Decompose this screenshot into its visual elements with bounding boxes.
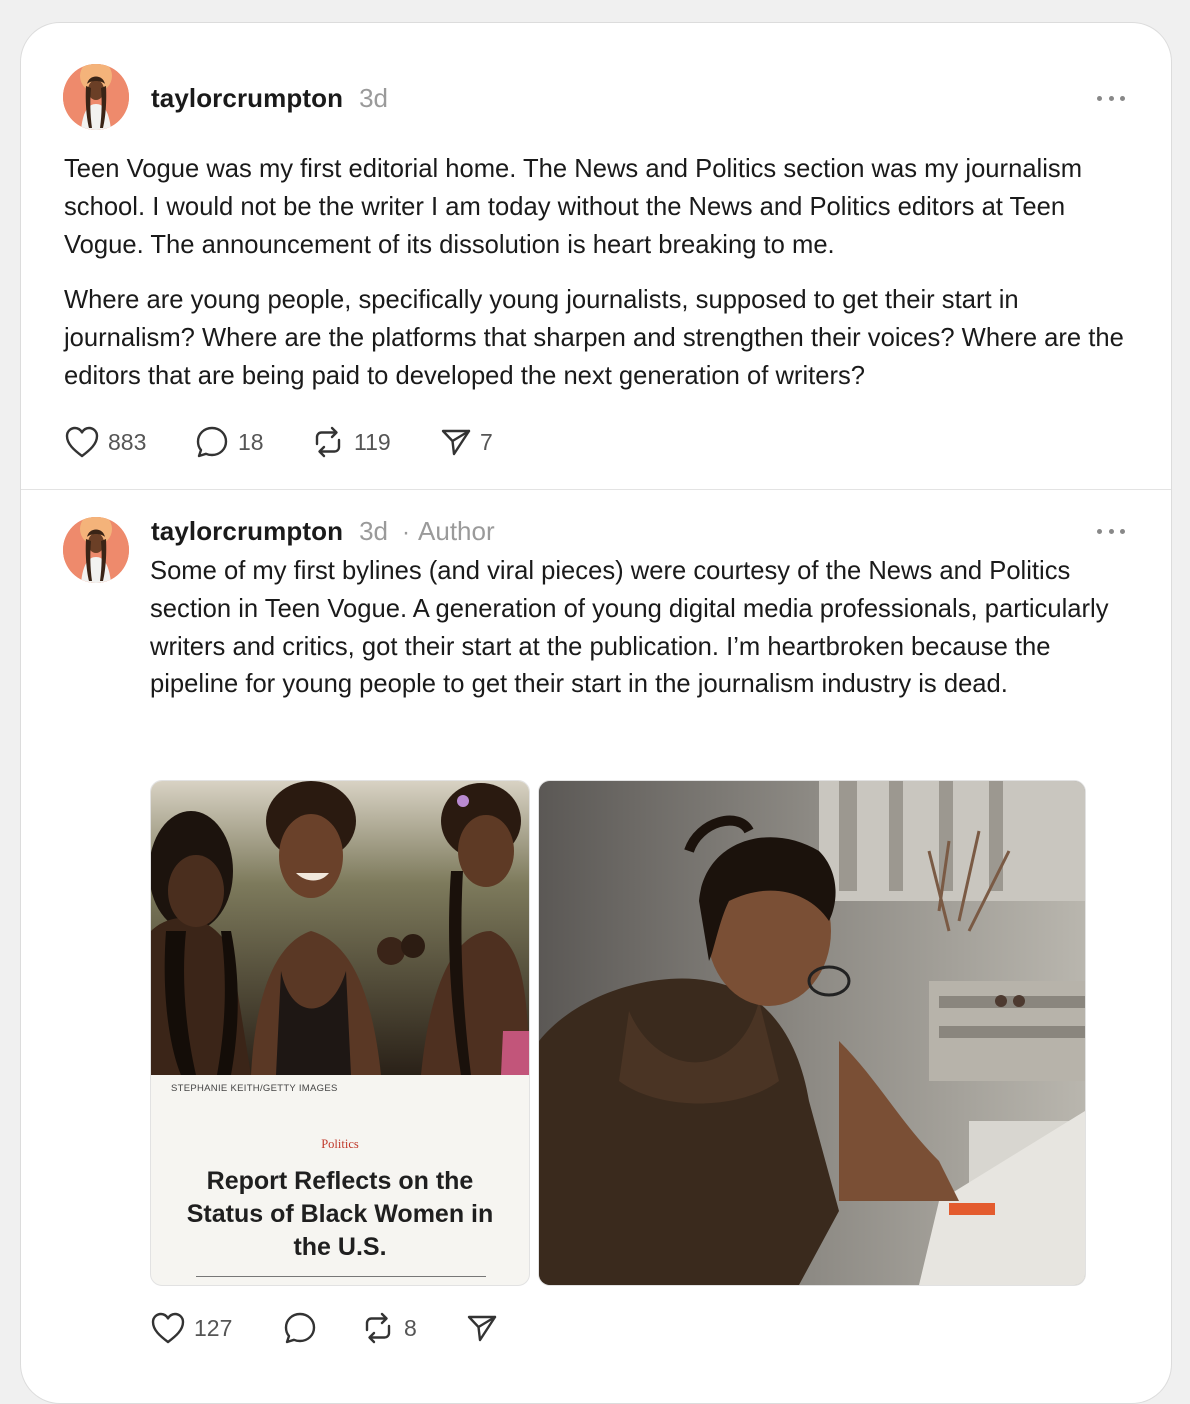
- avatar[interactable]: [63, 64, 129, 130]
- post-paragraph: Where are young people, specifically you…: [64, 286, 1124, 390]
- post-actions: 883 18 119 7: [64, 424, 493, 460]
- post-header: taylorcrumpton 3d · Author: [151, 516, 495, 547]
- comment-button[interactable]: 18: [194, 424, 310, 460]
- like-button[interactable]: 127: [150, 1311, 282, 1345]
- photo-credit: STEPHANIE KEITH/GETTY IMAGES: [171, 1083, 338, 1094]
- more-options-button[interactable]: [1097, 93, 1125, 103]
- heart-icon: [151, 1312, 185, 1344]
- article-section: Politics: [321, 1137, 359, 1151]
- like-count: 127: [194, 1314, 233, 1341]
- speech-bubble-icon: [284, 1312, 316, 1344]
- more-options-button[interactable]: [1097, 526, 1125, 536]
- restack-button[interactable]: 119: [310, 424, 440, 460]
- heart-icon: [65, 426, 99, 458]
- like-count: 883: [108, 428, 147, 455]
- article-snippet: [196, 1271, 486, 1277]
- comment-button[interactable]: [282, 1310, 360, 1346]
- timestamp[interactable]: 3d: [359, 516, 388, 547]
- ellipsis-icon: [1097, 95, 1102, 101]
- ellipsis-icon: [1097, 528, 1102, 534]
- article-title: Report Reflects on the Status of Black W…: [186, 1167, 494, 1261]
- like-button[interactable]: 883: [64, 425, 194, 459]
- post-actions: 127 8: [150, 1310, 498, 1346]
- share-count: 7: [480, 428, 493, 455]
- speech-bubble-icon: [196, 426, 228, 458]
- article-photo: [151, 781, 529, 1075]
- restack-arrows-icon: [315, 426, 341, 458]
- timestamp[interactable]: 3d: [359, 83, 388, 114]
- post-paragraph: Teen Vogue was my first editorial home. …: [64, 155, 1083, 259]
- post-body: Some of my first bylines (and viral piec…: [150, 553, 1140, 704]
- share-button[interactable]: [466, 1312, 498, 1344]
- post-paragraph: Some of my first bylines (and viral piec…: [150, 557, 1109, 699]
- note-post: taylorcrumpton 3d · Author Some of my fi…: [21, 490, 1171, 1390]
- restack-count: 119: [354, 428, 391, 455]
- article-card[interactable]: STEPHANIE KEITH/GETTY IMAGES Politics Re…: [150, 780, 530, 1286]
- paper-plane-icon: [441, 429, 471, 456]
- note-post: taylorcrumpton 3d Teen Vogue was my firs…: [21, 23, 1171, 490]
- restack-arrows-icon: [365, 1312, 391, 1344]
- feed-card: taylorcrumpton 3d Teen Vogue was my firs…: [20, 22, 1172, 1404]
- woman-writing-image: [539, 781, 1085, 1285]
- avatar[interactable]: [63, 517, 129, 583]
- post-image[interactable]: [538, 780, 1086, 1286]
- post-header: taylorcrumpton 3d: [151, 83, 388, 114]
- comment-count: 18: [238, 428, 264, 455]
- share-button[interactable]: 7: [440, 426, 493, 458]
- restack-button[interactable]: 8: [360, 1310, 466, 1346]
- author-badge: Author: [418, 516, 495, 546]
- username[interactable]: taylorcrumpton: [151, 516, 343, 547]
- restack-count: 8: [404, 1314, 417, 1341]
- paper-plane-icon: [467, 1315, 497, 1342]
- username[interactable]: taylorcrumpton: [151, 83, 343, 114]
- separator-dot: ·: [402, 519, 411, 546]
- post-body: Teen Vogue was my first editorial home. …: [64, 151, 1144, 396]
